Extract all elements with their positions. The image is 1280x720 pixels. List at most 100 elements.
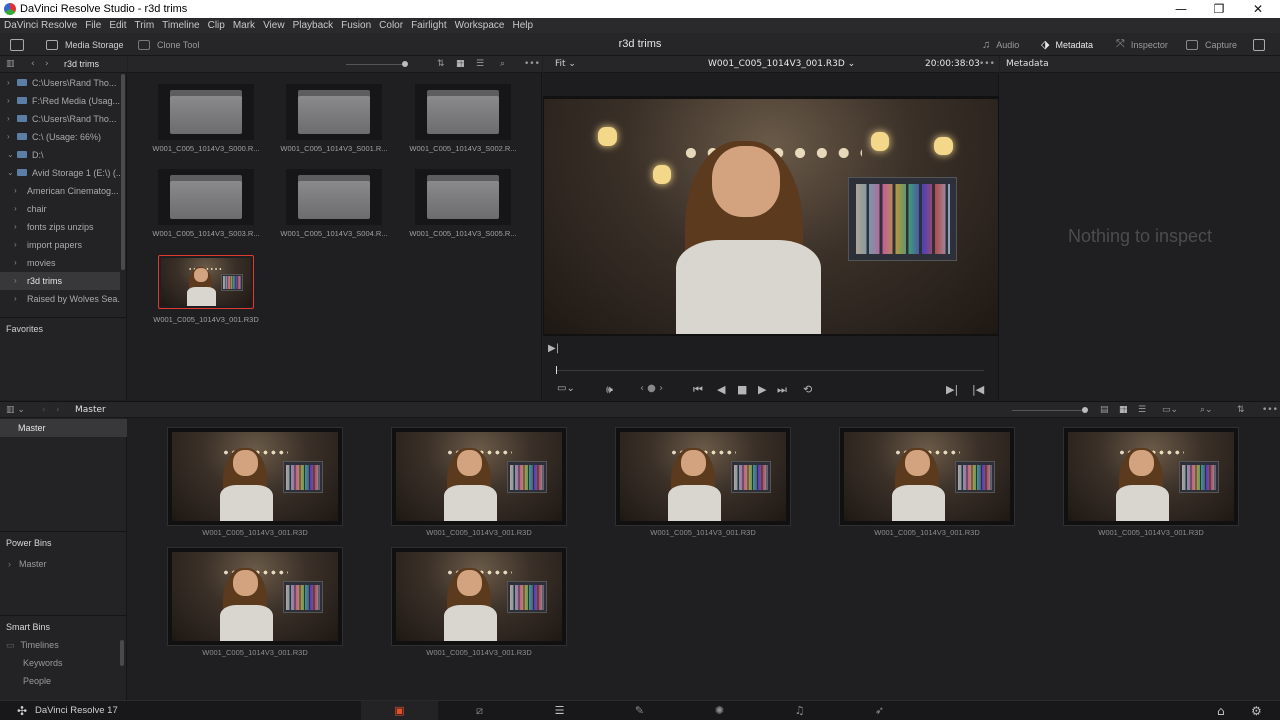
zoom-dropdown[interactable]: Fit ⌄ (555, 56, 576, 72)
viewer-more-icon[interactable]: ••• (979, 56, 995, 72)
capture-button[interactable]: Capture (1186, 33, 1237, 56)
storage-tree-item[interactable]: › C:\Users\Rand Tho... (0, 110, 120, 128)
panel-toggle-button[interactable] (10, 33, 31, 56)
folder-tile[interactable] (286, 84, 382, 140)
media-pool-clip[interactable] (167, 427, 343, 526)
audio-button[interactable]: ♫ Audio (982, 33, 1019, 56)
bin-master[interactable]: Master (0, 419, 127, 437)
bins-scrollbar[interactable] (120, 640, 124, 666)
menu-help[interactable]: Help (512, 20, 533, 31)
menu-mark[interactable]: Mark (233, 20, 255, 31)
storage-tree-item[interactable]: › American Cinematog... (0, 182, 120, 200)
sort-icon[interactable]: ⇅ (437, 56, 445, 72)
media-pool-clip[interactable] (1063, 427, 1239, 526)
storage-tree-item[interactable]: › r3d trims (0, 272, 120, 290)
pool-zoom-track[interactable] (1012, 410, 1084, 411)
pool-zoom-handle[interactable] (1082, 407, 1088, 413)
menu-file[interactable]: File (85, 20, 101, 31)
media-pool-clip[interactable] (167, 547, 343, 646)
media-page-tab[interactable]: ▣ (361, 701, 438, 720)
stop-icon[interactable]: ■ (737, 383, 747, 396)
settings-gear-icon[interactable]: ⚙ (1251, 704, 1262, 718)
volume-icon[interactable]: 🕪 (606, 383, 613, 397)
storage-tree-item[interactable]: › fonts zips unzips (0, 218, 120, 236)
mark-out-icon[interactable]: |◀ (972, 383, 984, 396)
media-pool-clip[interactable] (391, 547, 567, 646)
selected-clip-tile[interactable] (158, 255, 254, 309)
bin-forward-icon[interactable]: › (56, 402, 60, 418)
storage-tree-item[interactable]: › C:\ (Usage: 66%) (0, 128, 120, 146)
power-bin-master[interactable]: › Master (0, 555, 127, 573)
minimize-button[interactable]: — (1161, 0, 1201, 18)
chevron-right-icon[interactable]: › (14, 272, 17, 290)
home-icon[interactable]: ⌂ (1217, 704, 1225, 718)
more-options-icon[interactable]: ••• (524, 56, 540, 72)
storage-tree-item[interactable]: › Raised by Wolves Sea... (0, 290, 120, 308)
fairlight-page-tab[interactable]: ♫ (761, 701, 838, 720)
chevron-right-icon[interactable]: › (14, 218, 17, 236)
color-page-tab[interactable]: ✺ (681, 701, 758, 720)
viewer-mode-icon[interactable]: ▭⌄ (557, 383, 575, 394)
media-pool-clip[interactable] (839, 427, 1015, 526)
back-arrow-icon[interactable]: ‹ (31, 56, 35, 72)
storage-tree-item[interactable]: › F:\Red Media (Usag... (0, 92, 120, 110)
chevron-down-icon[interactable]: ⌄ (7, 164, 14, 182)
menu-davinci-resolve[interactable]: DaVinci Resolve (4, 20, 77, 31)
storage-tree-item[interactable]: ⌄ Avid Storage 1 (E:\) (... (0, 164, 120, 182)
folder-tile[interactable] (415, 84, 511, 140)
sidebar-toggle-icon[interactable]: ▥ (6, 56, 15, 72)
play-marker-icon[interactable]: ▶︎| (548, 343, 559, 354)
close-button[interactable]: ✕ (1238, 0, 1278, 18)
storage-tree-item[interactable]: › movies (0, 254, 120, 272)
clip-name-dropdown[interactable]: W001_C005_1014V3_001.R3D ⌄ (708, 56, 855, 72)
menu-workspace[interactable]: Workspace (455, 20, 505, 31)
grid-view-icon[interactable]: ▦ (456, 56, 465, 72)
go-to-end-icon[interactable]: ⏭ (777, 383, 787, 397)
menu-view[interactable]: View (263, 20, 285, 31)
menu-fusion[interactable]: Fusion (341, 20, 371, 31)
smart-bin-timelines[interactable]: ▭ Timelines (0, 636, 127, 654)
search-icon[interactable]: ⌕ (500, 56, 505, 72)
clip-filter-icon[interactable]: ▭⌄ (1162, 402, 1178, 418)
menu-timeline[interactable]: Timeline (162, 20, 199, 31)
menu-playback[interactable]: Playback (293, 20, 334, 31)
loop-icon[interactable]: ⟲ (803, 383, 812, 396)
menu-color[interactable]: Color (379, 20, 403, 31)
storage-tree-item[interactable]: › import papers (0, 236, 120, 254)
folder-tile[interactable] (158, 84, 254, 140)
bin-back-icon[interactable]: ‹ (42, 402, 46, 418)
deliver-page-tab[interactable]: ➶ (841, 701, 918, 720)
smart-bin-keywords[interactable]: Keywords (0, 654, 127, 672)
menu-edit[interactable]: Edit (109, 20, 126, 31)
chevron-right-icon[interactable]: › (14, 236, 17, 254)
media-pool-clip[interactable] (615, 427, 791, 526)
storage-tree-item[interactable]: › chair (0, 200, 120, 218)
menu-clip[interactable]: Clip (208, 20, 225, 31)
storage-tree-item[interactable]: › C:\Users\Rand Tho... (0, 74, 120, 92)
expand-button[interactable] (1253, 33, 1265, 56)
chevron-right-icon[interactable]: › (7, 92, 10, 110)
metadata-view-icon[interactable]: ▤ (1100, 402, 1109, 418)
chevron-right-icon[interactable]: › (14, 200, 17, 218)
pool-list-view-icon[interactable]: ☰ (1138, 402, 1146, 418)
folder-tile[interactable] (415, 169, 511, 225)
play-reverse-icon[interactable]: ◀ (717, 383, 725, 396)
timeline-scrubber[interactable] (556, 370, 984, 371)
edit-page-tab[interactable]: ☰ (521, 701, 598, 720)
zoom-slider-track[interactable] (346, 64, 406, 65)
play-icon[interactable]: ▶ (758, 383, 766, 396)
zoom-slider-handle[interactable] (402, 61, 408, 67)
jog-control[interactable]: ‹ ● › (640, 383, 663, 394)
chevron-right-icon[interactable]: › (14, 254, 17, 272)
go-to-start-icon[interactable]: ⏮ (693, 383, 703, 397)
mark-in-icon[interactable]: ▶| (946, 383, 958, 396)
chevron-right-icon[interactable]: › (14, 290, 17, 308)
chevron-right-icon[interactable]: › (7, 128, 10, 146)
cut-page-tab[interactable]: ⧄ (441, 701, 518, 720)
folder-tile[interactable] (286, 169, 382, 225)
list-view-icon[interactable]: ☰ (476, 56, 484, 72)
chevron-down-icon[interactable]: ⌄ (7, 146, 14, 164)
fusion-page-tab[interactable]: ✎ (601, 701, 678, 720)
metadata-button[interactable]: ⬗ Metadata (1041, 33, 1093, 56)
tree-scrollbar[interactable] (121, 74, 125, 270)
